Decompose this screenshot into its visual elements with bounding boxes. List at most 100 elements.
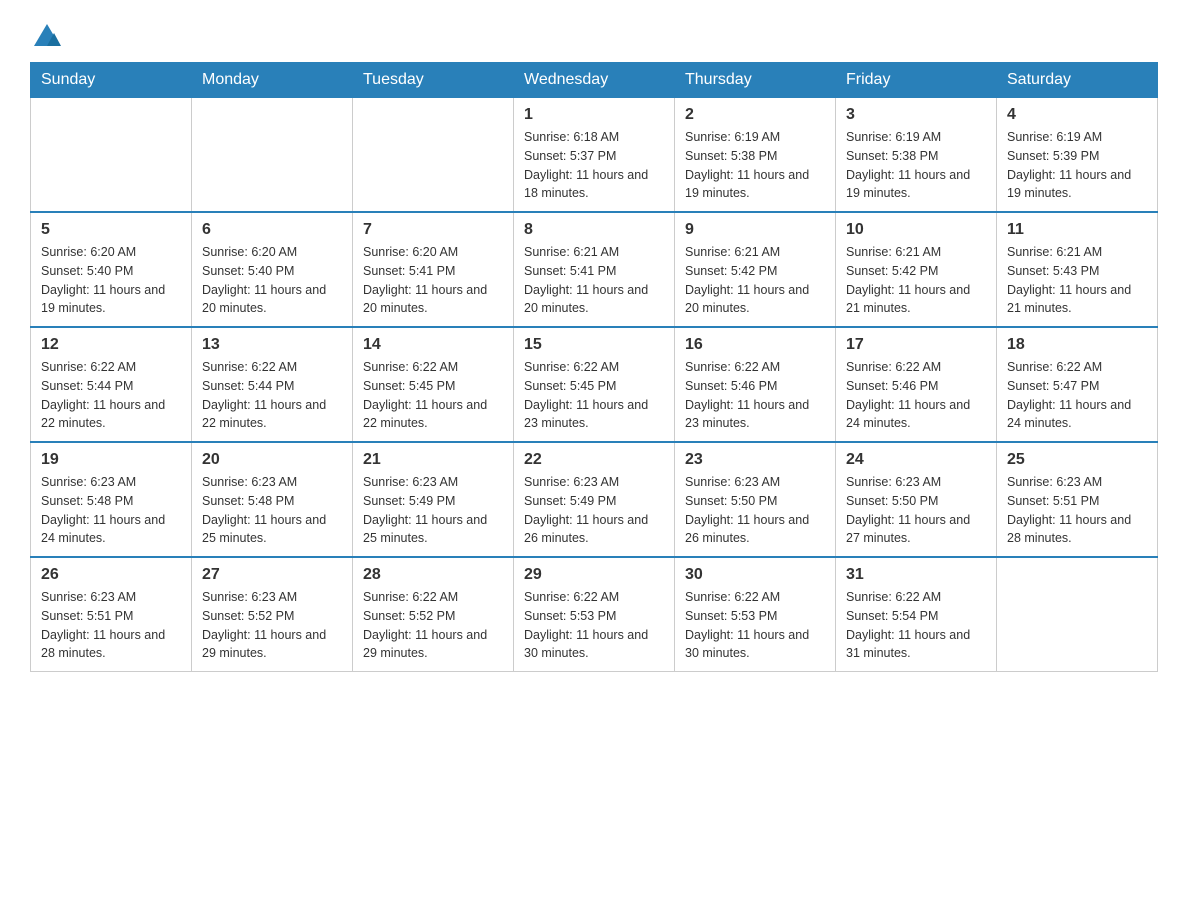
day-info: Sunrise: 6:20 AMSunset: 5:40 PMDaylight:…: [41, 243, 181, 318]
day-header-friday: Friday: [836, 63, 997, 98]
calendar-cell: 20 Sunrise: 6:23 AMSunset: 5:48 PMDayligh…: [192, 442, 353, 557]
calendar-cell: 9 Sunrise: 6:21 AMSunset: 5:42 PMDaylight…: [675, 212, 836, 327]
day-info: Sunrise: 6:22 AMSunset: 5:44 PMDaylight:…: [41, 358, 181, 433]
week-row-4: 19 Sunrise: 6:23 AMSunset: 5:48 PMDayligh…: [31, 442, 1158, 557]
page-header: [30, 20, 1158, 42]
day-info: Sunrise: 6:20 AMSunset: 5:40 PMDaylight:…: [202, 243, 342, 318]
calendar-cell: 14Sunrise: 6:22 AMSunset: 5:45 PMDayligh…: [353, 327, 514, 442]
calendar-cell: 3 Sunrise: 6:19 AMSunset: 5:38 PMDaylight…: [836, 98, 997, 213]
calendar-cell: [192, 98, 353, 213]
day-info: Sunrise: 6:22 AMSunset: 5:54 PMDaylight:…: [846, 588, 986, 663]
day-info: Sunrise: 6:23 AMSunset: 5:49 PMDaylight:…: [363, 473, 503, 548]
day-header-monday: Monday: [192, 63, 353, 98]
calendar-cell: 24 Sunrise: 6:23 AMSunset: 5:50 PMDayligh…: [836, 442, 997, 557]
calendar-cell: 7Sunrise: 6:20 AMSunset: 5:41 PMDaylight…: [353, 212, 514, 327]
day-info: Sunrise: 6:22 AMSunset: 5:45 PMDaylight:…: [524, 358, 664, 433]
day-header-thursday: Thursday: [675, 63, 836, 98]
calendar-cell: 13Sunrise: 6:22 AMSunset: 5:44 PMDayligh…: [192, 327, 353, 442]
calendar-cell: 22 Sunrise: 6:23 AMSunset: 5:49 PMDayligh…: [514, 442, 675, 557]
day-header-wednesday: Wednesday: [514, 63, 675, 98]
calendar-cell: 5 Sunrise: 6:20 AMSunset: 5:40 PMDaylight…: [31, 212, 192, 327]
day-info: Sunrise: 6:18 AMSunset: 5:37 PMDaylight:…: [524, 128, 664, 203]
day-number: 23: [685, 451, 825, 469]
day-info: Sunrise: 6:22 AMSunset: 5:47 PMDaylight:…: [1007, 358, 1147, 433]
day-header-saturday: Saturday: [997, 63, 1158, 98]
day-number: 24: [846, 451, 986, 469]
day-number: 8: [524, 221, 664, 239]
day-number: 20: [202, 451, 342, 469]
calendar-cell: 1 Sunrise: 6:18 AMSunset: 5:37 PMDaylight…: [514, 98, 675, 213]
calendar-cell: 10 Sunrise: 6:21 AMSunset: 5:42 PMDayligh…: [836, 212, 997, 327]
day-number: 9: [685, 221, 825, 239]
day-info: Sunrise: 6:22 AMSunset: 5:44 PMDaylight:…: [202, 358, 342, 433]
day-info: Sunrise: 6:21 AMSunset: 5:42 PMDaylight:…: [685, 243, 825, 318]
day-number: 29: [524, 566, 664, 584]
calendar-cell: 4 Sunrise: 6:19 AMSunset: 5:39 PMDaylight…: [997, 98, 1158, 213]
day-number: 3: [846, 106, 986, 124]
day-info: Sunrise: 6:21 AMSunset: 5:42 PMDaylight:…: [846, 243, 986, 318]
day-number: 21: [363, 451, 503, 469]
calendar-cell: 15 Sunrise: 6:22 AMSunset: 5:45 PMDayligh…: [514, 327, 675, 442]
calendar-cell: 23Sunrise: 6:23 AMSunset: 5:50 PMDayligh…: [675, 442, 836, 557]
day-info: Sunrise: 6:22 AMSunset: 5:46 PMDaylight:…: [846, 358, 986, 433]
calendar-cell: 25 Sunrise: 6:23 AMSunset: 5:51 PMDayligh…: [997, 442, 1158, 557]
day-number: 16: [685, 336, 825, 354]
calendar-cell: [31, 98, 192, 213]
day-info: Sunrise: 6:23 AMSunset: 5:49 PMDaylight:…: [524, 473, 664, 548]
day-number: 28: [363, 566, 503, 584]
calendar-cell: 2 Sunrise: 6:19 AMSunset: 5:38 PMDaylight…: [675, 98, 836, 213]
week-row-3: 12Sunrise: 6:22 AMSunset: 5:44 PMDayligh…: [31, 327, 1158, 442]
day-number: 4: [1007, 106, 1147, 124]
calendar-cell: 8 Sunrise: 6:21 AMSunset: 5:41 PMDaylight…: [514, 212, 675, 327]
week-row-1: 1 Sunrise: 6:18 AMSunset: 5:37 PMDaylight…: [31, 98, 1158, 213]
day-number: 15: [524, 336, 664, 354]
calendar-cell: 16 Sunrise: 6:22 AMSunset: 5:46 PMDayligh…: [675, 327, 836, 442]
day-info: Sunrise: 6:23 AMSunset: 5:51 PMDaylight:…: [41, 588, 181, 663]
day-info: Sunrise: 6:21 AMSunset: 5:43 PMDaylight:…: [1007, 243, 1147, 318]
day-info: Sunrise: 6:23 AMSunset: 5:52 PMDaylight:…: [202, 588, 342, 663]
day-info: Sunrise: 6:19 AMSunset: 5:39 PMDaylight:…: [1007, 128, 1147, 203]
calendar-table: SundayMondayTuesdayWednesdayThursdayFrid…: [30, 62, 1158, 672]
calendar-cell: 26 Sunrise: 6:23 AMSunset: 5:51 PMDayligh…: [31, 557, 192, 672]
calendar-cell: 11 Sunrise: 6:21 AMSunset: 5:43 PMDayligh…: [997, 212, 1158, 327]
calendar-cell: 6 Sunrise: 6:20 AMSunset: 5:40 PMDaylight…: [192, 212, 353, 327]
day-info: Sunrise: 6:22 AMSunset: 5:53 PMDaylight:…: [685, 588, 825, 663]
calendar-cell: 27Sunrise: 6:23 AMSunset: 5:52 PMDayligh…: [192, 557, 353, 672]
header-row: SundayMondayTuesdayWednesdayThursdayFrid…: [31, 63, 1158, 98]
calendar-cell: 17Sunrise: 6:22 AMSunset: 5:46 PMDayligh…: [836, 327, 997, 442]
day-number: 25: [1007, 451, 1147, 469]
day-number: 22: [524, 451, 664, 469]
day-info: Sunrise: 6:23 AMSunset: 5:48 PMDaylight:…: [202, 473, 342, 548]
calendar-cell: 28 Sunrise: 6:22 AMSunset: 5:52 PMDayligh…: [353, 557, 514, 672]
calendar-cell: [997, 557, 1158, 672]
day-info: Sunrise: 6:23 AMSunset: 5:51 PMDaylight:…: [1007, 473, 1147, 548]
day-number: 11: [1007, 221, 1147, 239]
day-info: Sunrise: 6:22 AMSunset: 5:53 PMDaylight:…: [524, 588, 664, 663]
logo-icon: [32, 20, 62, 50]
day-number: 30: [685, 566, 825, 584]
day-number: 26: [41, 566, 181, 584]
day-number: 19: [41, 451, 181, 469]
day-header-tuesday: Tuesday: [353, 63, 514, 98]
day-info: Sunrise: 6:22 AMSunset: 5:46 PMDaylight:…: [685, 358, 825, 433]
day-number: 5: [41, 221, 181, 239]
day-number: 6: [202, 221, 342, 239]
day-info: Sunrise: 6:23 AMSunset: 5:48 PMDaylight:…: [41, 473, 181, 548]
calendar-cell: 21 Sunrise: 6:23 AMSunset: 5:49 PMDayligh…: [353, 442, 514, 557]
week-row-2: 5 Sunrise: 6:20 AMSunset: 5:40 PMDaylight…: [31, 212, 1158, 327]
week-row-5: 26 Sunrise: 6:23 AMSunset: 5:51 PMDayligh…: [31, 557, 1158, 672]
day-number: 31: [846, 566, 986, 584]
day-number: 7: [363, 221, 503, 239]
logo: [30, 20, 64, 42]
day-header-sunday: Sunday: [31, 63, 192, 98]
day-info: Sunrise: 6:19 AMSunset: 5:38 PMDaylight:…: [685, 128, 825, 203]
day-number: 10: [846, 221, 986, 239]
day-info: Sunrise: 6:22 AMSunset: 5:52 PMDaylight:…: [363, 588, 503, 663]
day-info: Sunrise: 6:21 AMSunset: 5:41 PMDaylight:…: [524, 243, 664, 318]
day-info: Sunrise: 6:19 AMSunset: 5:38 PMDaylight:…: [846, 128, 986, 203]
calendar-cell: [353, 98, 514, 213]
calendar-cell: 30 Sunrise: 6:22 AMSunset: 5:53 PMDayligh…: [675, 557, 836, 672]
day-number: 1: [524, 106, 664, 124]
day-info: Sunrise: 6:23 AMSunset: 5:50 PMDaylight:…: [846, 473, 986, 548]
day-number: 2: [685, 106, 825, 124]
